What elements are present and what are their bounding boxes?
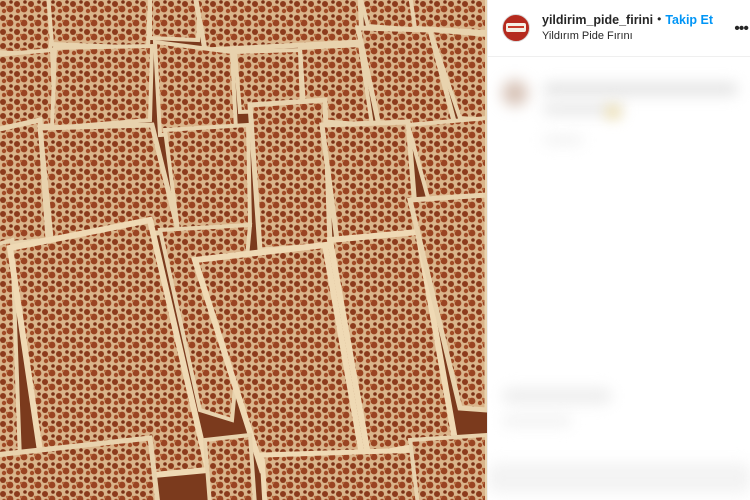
blurred-comment-box xyxy=(488,463,750,493)
blurred-avatar xyxy=(502,80,528,106)
username-row: yildirim_pide_firini • Takip Et xyxy=(542,12,713,27)
post-side-panel: yildirim_pide_firini • Takip Et Yildırım… xyxy=(487,0,750,500)
blurred-comments-area xyxy=(488,58,750,500)
post-image xyxy=(0,0,487,500)
flatbread-photo xyxy=(0,0,487,500)
username-link[interactable]: yildirim_pide_firini xyxy=(542,13,653,27)
avatar-logo-stripe xyxy=(508,26,524,28)
separator-dot: • xyxy=(657,12,662,27)
blurred-timestamp xyxy=(543,136,583,144)
blurred-likes xyxy=(502,416,572,426)
ellipsis-icon[interactable]: ••• xyxy=(734,20,749,38)
header-text: yildirim_pide_firini • Takip Et Yildırım… xyxy=(542,12,713,43)
blurred-emoji xyxy=(606,106,620,118)
blurred-action-bar xyxy=(502,388,612,404)
post-header: yildirim_pide_firini • Takip Et Yildırım… xyxy=(488,0,750,57)
avatar[interactable] xyxy=(502,14,530,42)
follow-button[interactable]: Takip Et xyxy=(665,13,713,27)
blurred-caption-line xyxy=(543,83,738,95)
location-link[interactable]: Yildırım Pide Fırını xyxy=(542,30,713,43)
